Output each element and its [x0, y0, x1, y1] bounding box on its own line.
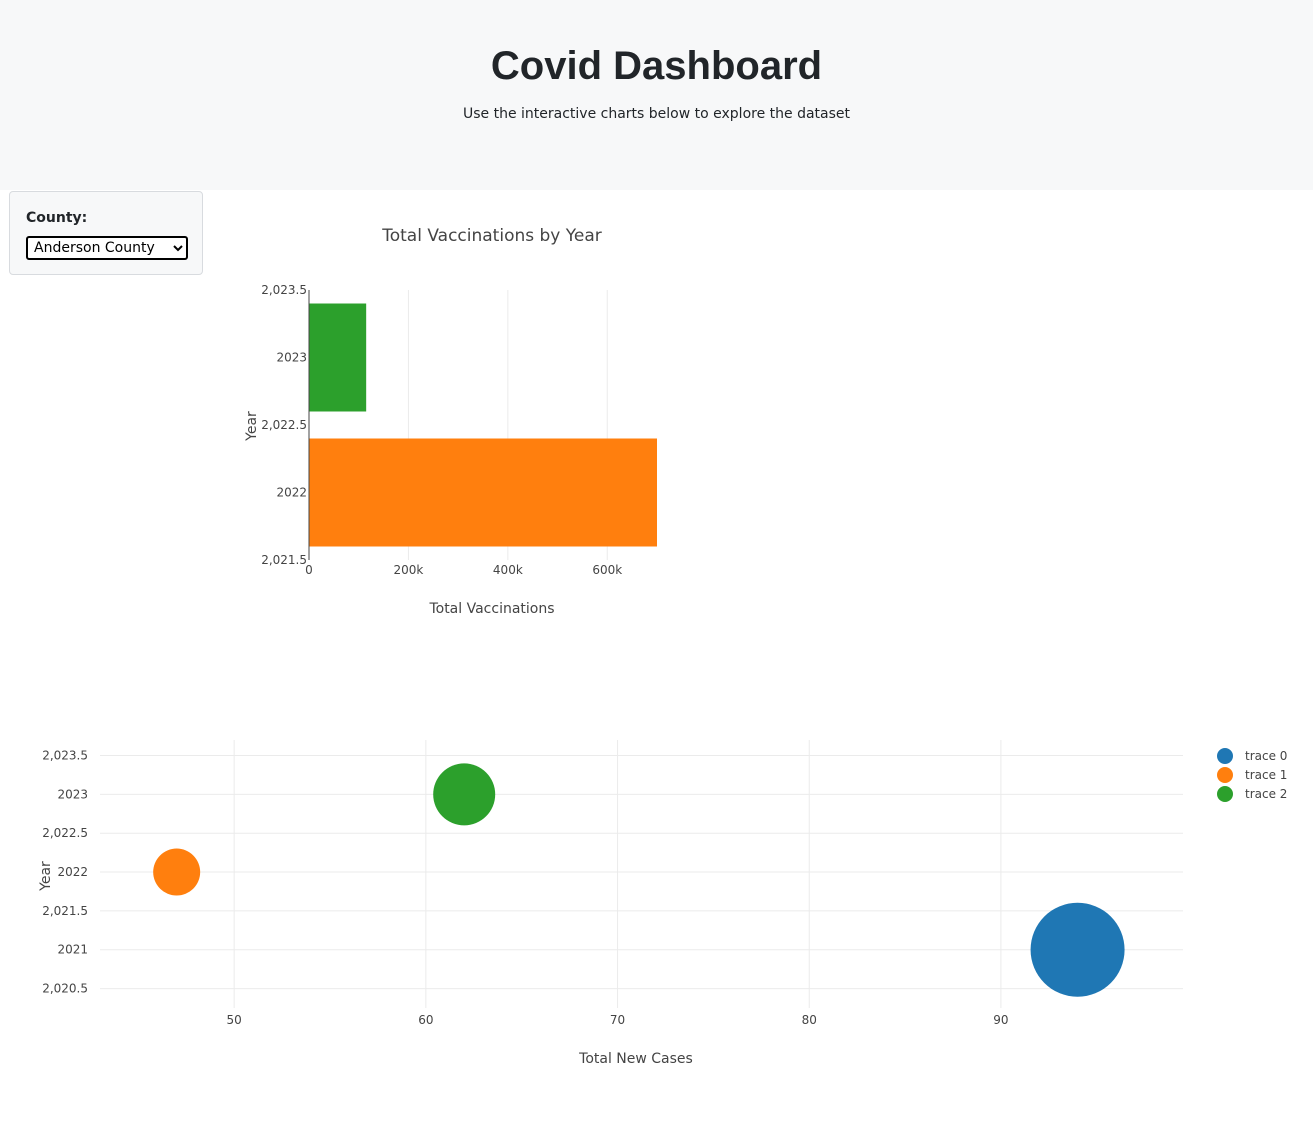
y-axis-title: Year: [38, 861, 54, 892]
y-tick-label: 2021: [57, 943, 88, 957]
legend-marker-trace-0: [1217, 748, 1233, 764]
legend-label: trace 0: [1245, 749, 1287, 763]
y-tick-label: 2,020.5: [42, 982, 88, 996]
legend-marker-trace-2: [1217, 786, 1233, 802]
legend-label: trace 1: [1245, 768, 1287, 782]
x-axis-title: Total Vaccinations: [428, 601, 554, 617]
page-subtitle: Use the interactive charts below to expl…: [462, 106, 851, 122]
y-tick-label: 2023: [276, 351, 307, 365]
bar-2023: [309, 303, 367, 412]
new-cases-scatter-chart: 50 60 70 80 90 2,020.5 2021 2,021.5 2022 2,022.5 2…: [38, 740, 1287, 1067]
y-tick-label: 2,023.5: [261, 283, 307, 297]
bubble-trace-1: [153, 848, 201, 896]
page-header: Covid Dashboard Use the interactive char…: [0, 0, 1313, 190]
page-title: Covid Dashboard: [490, 44, 823, 88]
chart-title: Total Vaccinations by Year: [381, 226, 602, 246]
y-tick-label: 2,021.5: [261, 553, 307, 567]
y-tick-label: 2,023.5: [42, 749, 88, 763]
x-tick-label: 200k: [393, 563, 423, 577]
vaccinations-bar-chart: Total Vaccinations by Year0 200k 400k 600k2…: [244, 226, 657, 617]
legend-marker-trace-1: [1217, 767, 1233, 783]
y-axis-title: Year: [244, 411, 260, 442]
x-tick-label: 50: [227, 1013, 242, 1027]
y-tick-label: 2,022.5: [42, 826, 88, 840]
x-tick-label: 90: [993, 1013, 1008, 1027]
x-axis-title: Total New Cases: [578, 1051, 693, 1067]
y-tick-label: 2023: [57, 787, 88, 801]
bar-2022: [309, 438, 657, 547]
y-tick-label: 2,021.5: [42, 904, 88, 918]
y-tick-label: 2,022.5: [261, 418, 307, 432]
x-tick-label: 60: [418, 1013, 433, 1027]
x-tick-label: 80: [802, 1013, 817, 1027]
legend-label: trace 2: [1245, 787, 1287, 801]
bubble-trace-0: [1030, 902, 1125, 997]
x-tick-label: 400k: [493, 563, 523, 577]
x-tick-label: 600k: [592, 563, 622, 577]
x-tick-label: 70: [610, 1013, 625, 1027]
y-tick-label: 2022: [57, 865, 88, 879]
y-tick-label: 2022: [276, 486, 307, 500]
bubble-trace-2: [433, 763, 496, 826]
